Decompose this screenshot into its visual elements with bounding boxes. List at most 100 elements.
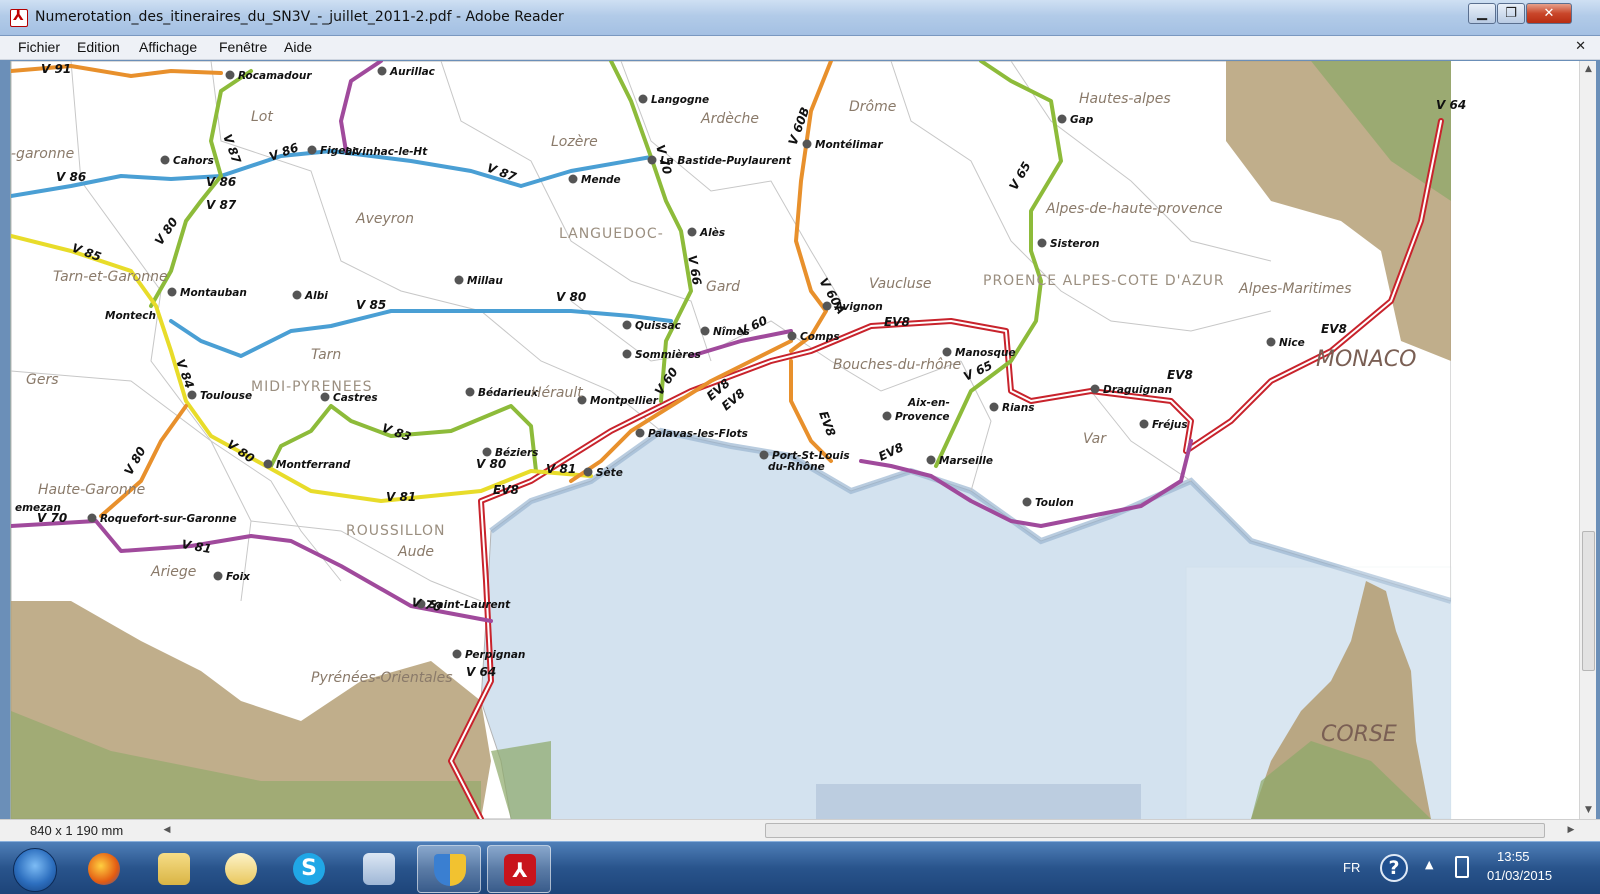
city-label-8: Montélimar [815,139,884,151]
city-label-22: Toulouse [200,390,252,402]
city-label-5: Livinhac-le-Ht [345,146,428,158]
show-hidden-icons-icon[interactable]: ▲ [1425,858,1433,871]
horizontal-scroll-thumb[interactable] [765,823,1545,838]
city-label-36: du-Rhône [768,461,825,473]
department-label-13: Hérault [531,385,583,401]
city-marker-44 [452,649,462,659]
taskbar-skype[interactable]: S [277,845,341,893]
menu-fenetre[interactable]: Fenêtre [219,39,267,55]
region-label-0: LANGUEDOC- [559,226,664,242]
city-label-9: Gap [1070,114,1094,126]
department-label-1: Lozère [551,134,598,150]
city-marker-26 [635,428,645,438]
department-label-15: Gers [26,372,59,388]
adobe-reader-window: Numerotation_des_itineraires_du_SN3V_-_j… [0,0,1600,894]
department-label-5: -garonne [11,146,74,162]
vertical-scroll-thumb[interactable] [1582,531,1595,671]
city-marker-29 [989,402,999,412]
city-label-17: Nîmes [713,326,750,338]
route-label-30: EV8 [493,483,519,497]
scroll-right-icon[interactable]: ▶ [1564,822,1578,839]
clock-date[interactable]: 01/03/2015 [1487,868,1552,883]
route-label-29: EV8 [884,315,910,329]
city-marker-14 [292,290,302,300]
taskbar-adobe-reader[interactable]: ⅄ [487,845,551,893]
city-marker-22 [187,390,197,400]
taskbar-explorer[interactable] [142,845,206,893]
city-label-0: Rocamadour [238,70,312,82]
scroll-left-icon[interactable]: ◀ [160,822,174,839]
menu-aide[interactable]: Aide [284,39,312,55]
city-label-38: Montferrand [276,459,351,471]
window-title: Numerotation_des_itineraires_du_SN3V_-_j… [35,9,564,25]
city-label-18: Comps [800,331,840,343]
adobe-reader-icon [10,8,28,27]
minimize-button[interactable]: ▁ [1468,3,1496,24]
city-marker-15 [622,320,632,330]
city-label-41: emezan [15,502,61,514]
windows-start-icon[interactable] [13,848,57,892]
city-marker-37 [926,455,936,465]
menu-fichier[interactable]: Fichier [18,39,60,55]
city-label-2: Langogne [651,94,709,106]
page-size-label: 840 x 1 190 mm [30,823,124,838]
route-label-9: V 85 [356,298,386,312]
city-marker-20 [622,349,632,359]
photo-viewer-icon [363,853,395,885]
city-marker-8 [802,139,812,149]
city-marker-34 [583,467,593,477]
route-label-10: V 80 [556,290,586,304]
taskbar-shield[interactable] [417,845,481,893]
city-label-24: Bédarieux [478,387,539,399]
route-label-32: EV8 [1321,322,1347,336]
scroll-down-icon[interactable]: ▼ [1580,802,1597,819]
big-label-0: MONACO [1316,347,1416,372]
close-button[interactable]: ✕ [1526,3,1572,24]
department-label-16: Var [1083,431,1107,447]
help-icon[interactable]: ? [1380,854,1408,882]
city-marker-2 [638,94,648,104]
mail-icon [225,853,257,885]
city-marker-12 [167,287,177,297]
taskbar-mail[interactable] [209,845,273,893]
city-label-30: Draguignan [1103,384,1172,396]
taskbar-photos[interactable] [347,845,411,893]
city-label-44: Perpignan [465,649,525,661]
skype-icon: S [293,853,325,885]
maximize-button[interactable]: ❐ [1497,3,1525,24]
city-label-1: Aurillac [389,66,436,78]
department-label-7: Alpes-de-haute-provence [1045,201,1223,217]
document-close-icon[interactable]: ✕ [1575,39,1586,54]
battery-icon[interactable] [1455,856,1469,878]
menu-affichage[interactable]: Affichage [139,39,197,55]
language-indicator[interactable]: FR [1343,860,1360,875]
route-label-33: EV8 [1167,368,1193,382]
security-shield-icon [434,854,466,886]
city-label-43: Saint-Laurent [429,599,511,611]
scroll-up-icon[interactable]: ▲ [1580,61,1597,78]
region-label-3: ROUSSILLON [346,523,446,539]
city-marker-0 [225,70,235,80]
route-label-15: V 80 [476,457,506,471]
city-label-15: Quissac [635,320,682,332]
menu-edition[interactable]: Edition [77,39,120,55]
department-label-20: Pyrénées-Orientales [311,670,453,686]
region-label-2: PROENCE ALPES-COTE D'AZUR [983,273,1225,289]
vertical-scrollbar[interactable]: ▲ ▼ [1579,61,1596,819]
city-label-12: Montauban [180,287,247,299]
city-marker-19 [942,347,952,357]
city-label-40: Roquefort-sur-Garonne [100,513,237,525]
city-marker-38 [263,459,273,469]
route-label-3: V 86 [56,170,86,184]
document-view[interactable]: V 91 V 87 V 86 V 86 V 86 V 87 V 87 V 80 V 85 V 85… [10,61,1579,819]
horizontal-scrollbar[interactable]: ◀ ▶ [160,822,1580,839]
city-marker-7 [647,155,657,165]
clock-time[interactable]: 13:55 [1497,849,1530,864]
city-marker-18 [787,331,797,341]
city-marker-32 [1139,419,1149,429]
taskbar-firefox[interactable] [72,845,136,893]
city-label-21: Montech [105,310,156,322]
status-bar: 840 x 1 190 mm ◀ ▶ [0,819,1600,841]
folder-icon [158,853,190,885]
city-marker-13 [454,275,464,285]
